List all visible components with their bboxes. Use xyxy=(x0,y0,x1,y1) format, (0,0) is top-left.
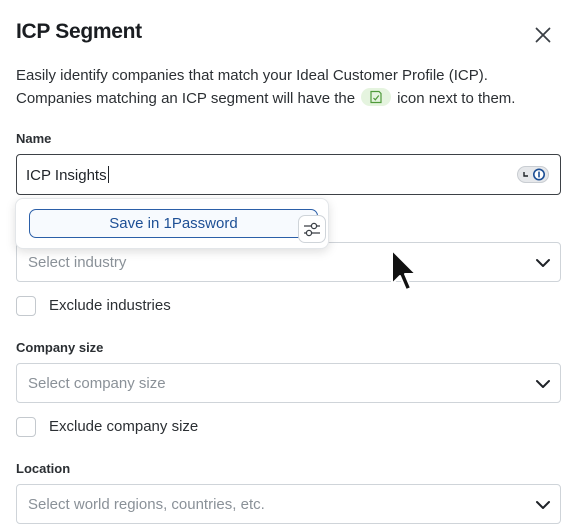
location-select[interactable]: Select world regions, countries, etc. xyxy=(16,484,561,524)
name-label: Name xyxy=(16,131,52,146)
close-icon xyxy=(535,27,551,43)
location-label: Location xyxy=(16,461,71,476)
text-caret xyxy=(107,166,109,183)
exclude-company-size-label: Exclude company size xyxy=(49,418,199,435)
dialog-title: ICP Segment xyxy=(16,20,142,43)
1password-save-popover: Save in 1Password xyxy=(15,198,329,249)
close-button[interactable] xyxy=(531,23,555,47)
exclude-company-size-checkbox[interactable] xyxy=(16,417,36,437)
name-input-value: ICP Insights xyxy=(26,167,107,184)
icp-badge-icon xyxy=(361,88,392,106)
company-size-select[interactable]: Select company size xyxy=(16,363,561,403)
industry-placeholder: Select industry xyxy=(28,254,127,271)
1password-field-icon[interactable] xyxy=(517,166,549,183)
chevron-down-icon xyxy=(536,501,550,509)
company-size-label: Company size xyxy=(16,340,104,355)
name-input[interactable]: ICP Insights xyxy=(16,154,561,195)
mouse-pointer-icon xyxy=(391,249,417,291)
exclude-industries-checkbox[interactable] xyxy=(16,296,36,316)
sliders-icon xyxy=(304,222,320,237)
chevron-down-icon xyxy=(536,259,550,267)
location-placeholder: Select world regions, countries, etc. xyxy=(28,496,265,513)
description-line-2: Companies matching an ICP segment will h… xyxy=(16,88,516,107)
chevron-down-icon xyxy=(536,380,550,388)
exclude-industries-label: Exclude industries xyxy=(49,297,171,314)
save-in-1password-button[interactable]: Save in 1Password xyxy=(29,209,318,238)
description-line-1: Easily identify companies that match you… xyxy=(16,67,488,84)
dialog-description: Easily identify companies that match you… xyxy=(16,64,561,110)
company-size-placeholder: Select company size xyxy=(28,375,166,392)
1password-settings-button[interactable] xyxy=(298,215,326,243)
